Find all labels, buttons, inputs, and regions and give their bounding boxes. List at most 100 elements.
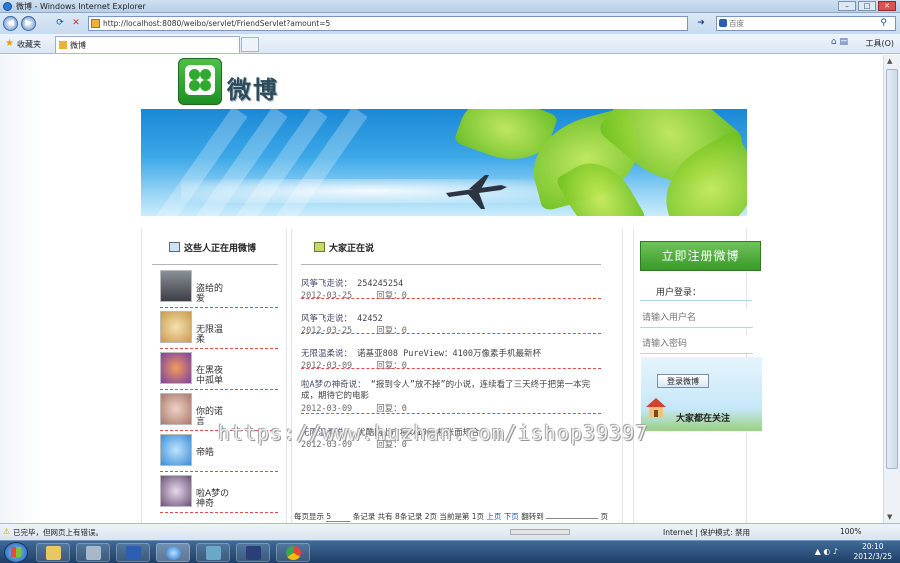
vertical-scrollbar[interactable]: ▲ ▼ (883, 55, 900, 523)
scrollbar-thumb[interactable] (886, 69, 898, 469)
post-text: 优酷网上市将以100%枚账面规合 (357, 428, 480, 438)
window-controls: – □ ✕ (838, 1, 896, 11)
baidu-icon (719, 19, 727, 27)
user-name[interactable]: 无限温柔 (196, 325, 230, 345)
eclipse-icon (246, 546, 261, 560)
divider (301, 368, 601, 369)
system-tray-icons[interactable]: ▲ ◐ ♪ (815, 547, 838, 556)
taskbar-app[interactable] (196, 543, 230, 562)
prev-page-link[interactable]: 上页 (486, 512, 501, 521)
close-button[interactable]: ✕ (878, 1, 896, 11)
chrome-icon (286, 546, 301, 560)
favorites-star-icon[interactable]: ★ (5, 38, 14, 49)
avatar[interactable] (160, 270, 192, 302)
taskbar-chrome[interactable] (276, 543, 310, 562)
user-name[interactable]: 在黑夜中孤单 (196, 366, 230, 386)
address-input[interactable] (103, 17, 663, 30)
tab-favicon-icon (59, 41, 67, 49)
taskbar-explorer[interactable] (36, 543, 70, 562)
back-button[interactable]: ◀ (3, 16, 18, 31)
avatar[interactable] (160, 352, 192, 384)
user-name[interactable]: 你的诺言 (196, 407, 230, 427)
house-icon (646, 398, 666, 417)
user-name[interactable]: 啦A梦の神奇 (196, 489, 230, 509)
post-date: 2012-03-25 (301, 326, 353, 336)
post-text: 254245254 (357, 279, 404, 289)
avatar[interactable] (160, 311, 192, 343)
search-icon[interactable]: ⚲ (880, 18, 887, 28)
active-users-panel: 这些人正在用微博 盗给的爱 无限温柔 在黑夜中孤单 你的诺言 帝皓 啦A梦の神奇 (141, 229, 287, 523)
taskbar-word[interactable] (116, 543, 150, 562)
avatar[interactable] (160, 393, 192, 425)
minimize-button[interactable]: – (838, 1, 856, 11)
jump-page-input[interactable] (546, 518, 599, 519)
post-author[interactable]: 风筝飞走说： (301, 279, 352, 289)
start-button[interactable] (4, 542, 28, 563)
per-page-input[interactable]: 5 (326, 512, 351, 522)
security-zone[interactable]: Internet | 保护模式: 禁用 (663, 527, 750, 538)
avatar[interactable] (160, 475, 192, 507)
zoom-level[interactable]: 100% (840, 527, 861, 536)
scroll-down-icon[interactable]: ▼ (887, 513, 892, 521)
favorites-label[interactable]: 收藏夹 (17, 39, 41, 50)
search-input[interactable] (729, 17, 879, 30)
next-page-link[interactable]: 下页 (504, 512, 519, 521)
scroll-up-icon[interactable]: ▲ (887, 57, 892, 65)
user-item[interactable]: 你的诺言 (160, 393, 278, 431)
airplane-icon (446, 175, 507, 209)
post-reply-link[interactable]: 回复：0 (376, 361, 407, 371)
post-text: 诺基亚808 PureView：4100万像素手机最新杯 (357, 349, 542, 359)
register-button[interactable]: 立即注册微博 (640, 241, 761, 271)
address-bar[interactable] (88, 16, 688, 31)
taskbar-clock[interactable]: 20:10 2012/3/25 (854, 542, 892, 562)
user-item[interactable]: 帝皓 (160, 434, 278, 472)
warning-icon[interactable]: ⚠ (3, 527, 10, 536)
new-tab-button[interactable] (241, 37, 259, 52)
post-item: 无限温柔说： 诺基亚808 PureView：4100万像素手机最新杯 2012… (301, 347, 601, 371)
post-item: 啦A梦の神奇说： “报到令人”放不掉”的小说，连续看了三天终于把第一本完成，期待… (301, 380, 601, 414)
login-button[interactable]: 登录微博 (657, 374, 709, 388)
post-author[interactable]: 无限温柔说： (301, 428, 352, 438)
go-icon[interactable]: ➜ (695, 17, 707, 29)
address-row: ◀ ▶ ⟳ ✕ ➜ ⚲ (0, 13, 900, 34)
divider (160, 430, 278, 431)
timeline-heading-icon (314, 242, 325, 252)
forward-button[interactable]: ▶ (21, 16, 36, 31)
taskbar-tool[interactable] (76, 543, 110, 562)
active-users-title: 这些人正在用微博 (184, 244, 257, 254)
post-author[interactable]: 风筝飞走说： (301, 314, 352, 324)
browser-tab[interactable]: 微博 (55, 36, 240, 53)
user-name[interactable]: 帝皓 (196, 448, 230, 458)
followers-label[interactable]: 大家都在关注 (676, 411, 730, 424)
user-item[interactable]: 盗给的爱 (160, 270, 278, 308)
post-author[interactable]: 啦A梦の神奇说： (301, 380, 366, 390)
status-bar: ⚠ 已完毕，但网页上有错误。 Internet | 保护模式: 禁用 100% (0, 523, 900, 540)
avatar[interactable] (160, 434, 192, 466)
page-tools-icons[interactable]: ⌂ ▤ (831, 37, 848, 47)
taskbar-ie[interactable] (156, 543, 190, 562)
weibo-logo-icon (178, 58, 222, 105)
post-author[interactable]: 无限温柔说： (301, 349, 352, 359)
username-input[interactable] (640, 309, 753, 328)
maximize-button[interactable]: □ (858, 1, 876, 11)
ie-icon (166, 546, 181, 560)
taskbar-eclipse[interactable] (236, 543, 270, 562)
progress-bar (510, 529, 570, 535)
user-item[interactable]: 啦A梦の神奇 (160, 475, 278, 513)
post-reply-link[interactable]: 回复：0 (376, 291, 407, 301)
divider (301, 333, 601, 334)
divider (160, 471, 278, 472)
stop-icon[interactable]: ✕ (70, 17, 82, 29)
divider (301, 264, 601, 265)
post-item: 风筝飞走说： 254245254 2012-03-25 回复：0 (301, 277, 601, 301)
search-box[interactable]: ⚲ (716, 16, 896, 31)
post-reply-link[interactable]: 回复：0 (376, 326, 407, 336)
user-item[interactable]: 无限温柔 (160, 311, 278, 349)
user-item[interactable]: 在黑夜中孤单 (160, 352, 278, 390)
tools-menu[interactable]: 工具(O) (865, 38, 894, 49)
favorites-bar: ★ 收藏夹 微博 ⌂ ▤ 工具(O) (0, 34, 900, 54)
user-name[interactable]: 盗给的爱 (196, 284, 230, 304)
password-input[interactable] (640, 335, 753, 354)
post-reply-link[interactable]: 回复：0 (376, 440, 407, 450)
refresh-icon[interactable]: ⟳ (54, 17, 66, 29)
